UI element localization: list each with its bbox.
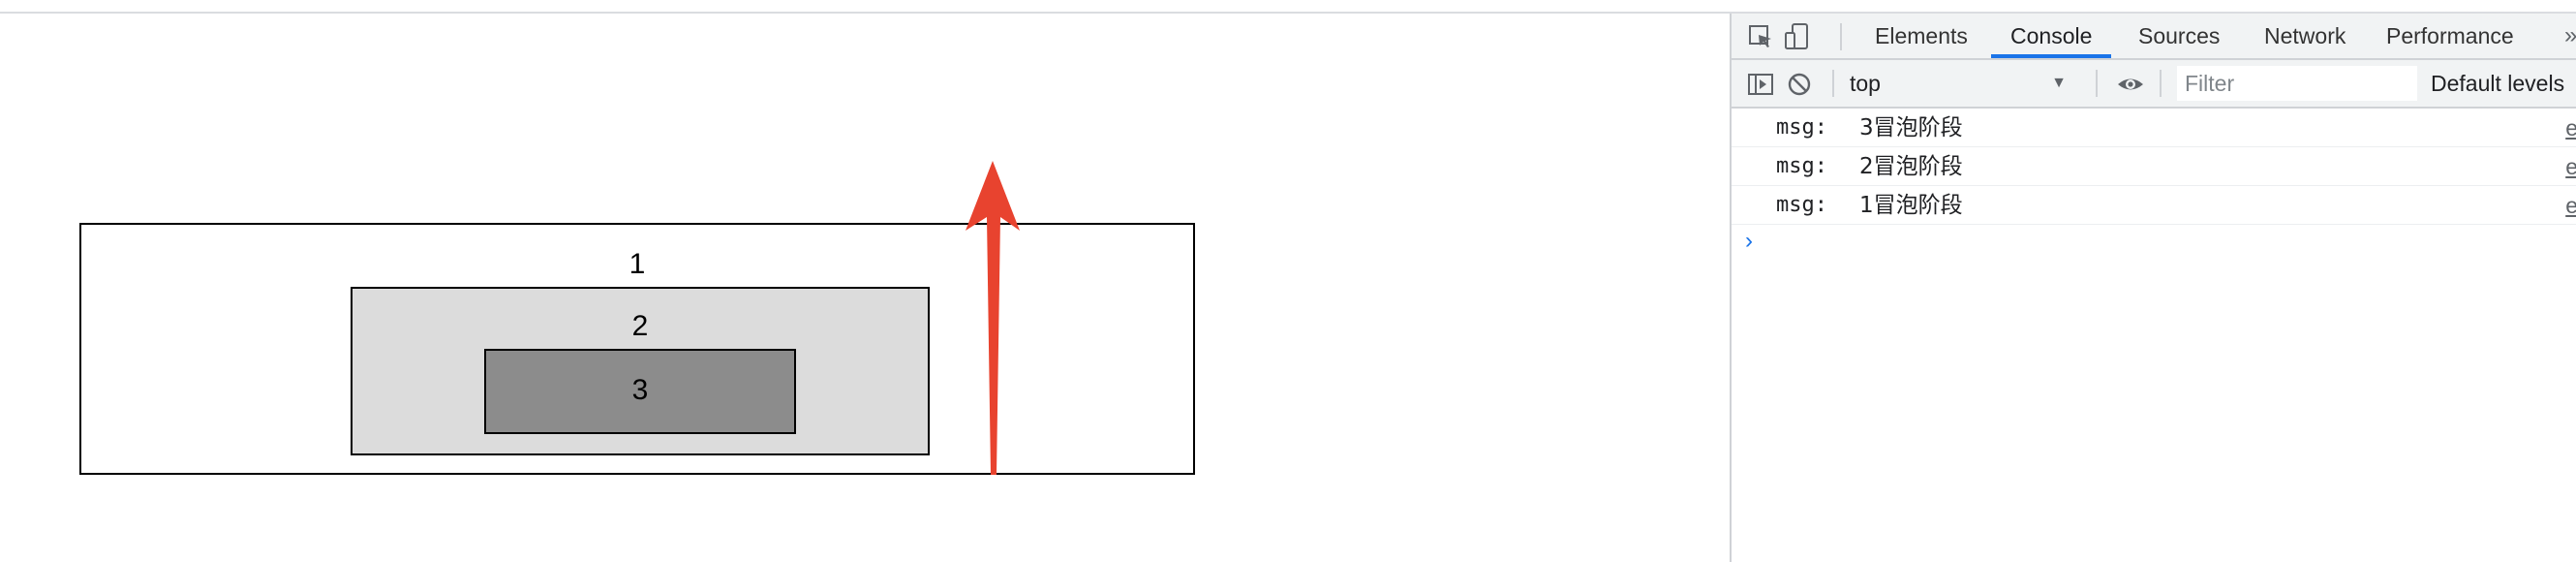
context-value: top	[1850, 71, 1881, 96]
bubbling-up-arrow-icon	[966, 161, 1020, 475]
log-source-link[interactable]: e	[2565, 147, 2576, 186]
device-toggle-icon[interactable]	[1782, 21, 1813, 52]
console-prompt[interactable]: ›	[1732, 225, 2576, 260]
devtools-panel: Elements Console Sources Network Perform…	[1730, 14, 2576, 562]
tabbar-separator	[1840, 23, 1842, 50]
console-message: msg: 2冒泡阶段 e	[1732, 147, 2576, 186]
tab-elements[interactable]: Elements	[1855, 14, 1987, 58]
console-output: msg: 3冒泡阶段 e msg: 2冒泡阶段 e msg: 1冒泡阶段 e ›	[1732, 109, 2576, 260]
tab-console[interactable]: Console	[1991, 14, 2112, 58]
toolbar-separator	[2160, 70, 2162, 97]
box-2-label: 2	[631, 310, 649, 342]
tab-sources[interactable]: Sources	[2119, 14, 2239, 58]
console-message: msg: 3冒泡阶段 e	[1732, 109, 2576, 147]
more-tabs-chevron-icon[interactable]: »	[2564, 14, 2576, 58]
context-select[interactable]: top ▼	[1844, 66, 2076, 101]
inspect-element-icon[interactable]	[1745, 21, 1776, 52]
devtools-tabbar: Elements Console Sources Network Perform…	[1732, 14, 2576, 60]
show-sidebar-icon[interactable]	[1745, 69, 1776, 100]
eye-icon[interactable]	[2115, 69, 2146, 100]
box-3-label: 3	[631, 374, 649, 406]
tab-network[interactable]: Network	[2245, 14, 2365, 58]
log-key: msg:	[1776, 193, 1827, 217]
log-source-link[interactable]: e	[2565, 109, 2576, 147]
inner-box-3[interactable]: 3	[484, 349, 796, 434]
toolbar-separator	[2096, 70, 2098, 97]
log-levels-dropdown[interactable]: Default levels	[2431, 66, 2564, 101]
caret-down-icon: ▼	[2051, 75, 2067, 91]
browser-top-edge	[0, 0, 2576, 14]
log-key: msg:	[1776, 115, 1827, 140]
filter-input[interactable]	[2177, 66, 2417, 101]
toolbar-separator	[1832, 70, 1834, 97]
tab-performance[interactable]: Performance	[2367, 14, 2533, 58]
log-key: msg:	[1776, 154, 1827, 178]
console-message: msg: 1冒泡阶段 e	[1732, 186, 2576, 225]
clear-console-icon[interactable]	[1784, 69, 1815, 100]
console-toolbar: top ▼ Default levels	[1732, 60, 2576, 109]
log-source-link[interactable]: e	[2565, 186, 2576, 225]
log-text: 1冒泡阶段	[1859, 193, 1963, 218]
page-viewport: 1 2 3	[0, 14, 1730, 562]
prompt-chevron-icon: ›	[1745, 228, 1753, 254]
middle-box-2[interactable]: 2 3	[351, 287, 930, 455]
log-text: 2冒泡阶段	[1859, 154, 1963, 179]
log-text: 3冒泡阶段	[1859, 115, 1963, 140]
